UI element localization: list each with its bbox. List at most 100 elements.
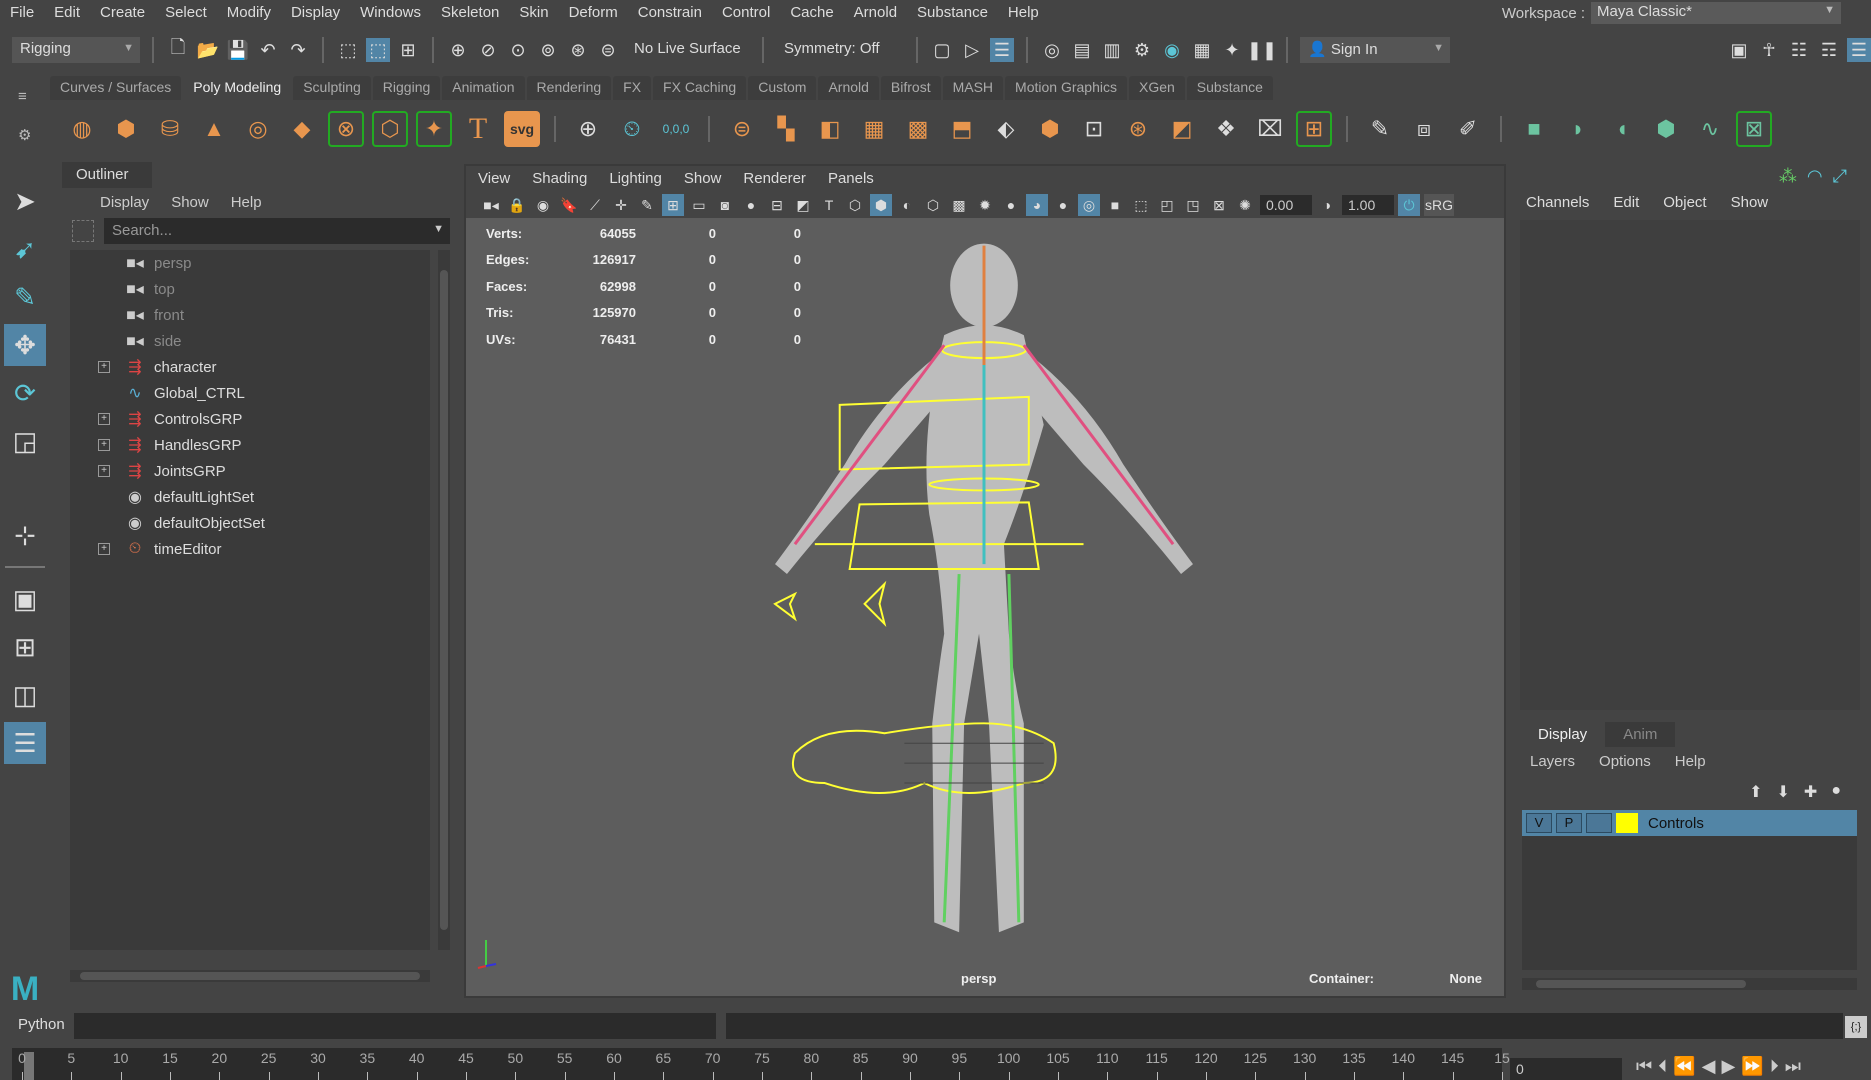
poly-sphere-icon[interactable]: ◍	[64, 111, 100, 147]
render-view-icon[interactable]: ◎	[1040, 38, 1064, 62]
play-backwards-icon[interactable]: ◀	[1702, 1056, 1716, 1077]
use-all-lights-icon[interactable]: ✹	[974, 194, 996, 216]
gate-mask-icon[interactable]: ●	[740, 194, 762, 216]
outliner-menu-help[interactable]: Help	[231, 194, 262, 211]
wireframe-icon[interactable]: ⬡	[844, 194, 866, 216]
render-setup-icon[interactable]: ▦	[1190, 38, 1214, 62]
anti-aliasing-icon[interactable]: ◎	[1078, 194, 1100, 216]
exposure-field[interactable]: 0.00	[1260, 195, 1312, 215]
add-divisions-icon[interactable]: ⊡	[1076, 111, 1112, 147]
outliner-item[interactable]: ■◂ side	[70, 328, 430, 354]
menu-cache[interactable]: Cache	[780, 4, 843, 21]
motion-blur-icon[interactable]: ●	[1052, 194, 1074, 216]
outliner-search-input[interactable]: Search...	[104, 218, 450, 244]
poly-cylinder-icon[interactable]: ⛁	[152, 111, 188, 147]
snap-point-icon[interactable]: ⊙	[506, 38, 530, 62]
script-editor-icon[interactable]: {;}	[1845, 1016, 1867, 1038]
select-tool-icon[interactable]: ➤	[4, 180, 46, 222]
shelf-tab-fx-caching[interactable]: FX Caching	[653, 76, 747, 100]
poly-plane-icon[interactable]: ◆	[284, 111, 320, 147]
outliner-layout-icon[interactable]: ☰	[4, 722, 46, 764]
channel-box-menu-edit[interactable]: Edit	[1613, 194, 1639, 211]
shelf-tab-sculpting[interactable]: Sculpting	[293, 76, 371, 100]
gamma-field[interactable]: 1.00	[1342, 195, 1394, 215]
menu-substance[interactable]: Substance	[907, 4, 998, 21]
textured-icon[interactable]: ▩	[948, 194, 970, 216]
input-ops-icon[interactable]: ▷	[960, 38, 984, 62]
hypershade-icon[interactable]: ◉	[1160, 38, 1184, 62]
layer-menu-layers[interactable]: Layers	[1530, 753, 1575, 770]
menu-skeleton[interactable]: Skeleton	[431, 4, 509, 21]
shelf-tab-custom[interactable]: Custom	[748, 76, 817, 100]
go-to-start-icon[interactable]: ⏮	[1636, 1056, 1652, 1077]
safe-title-icon[interactable]: T	[818, 194, 840, 216]
film-gate-icon[interactable]: ▭	[688, 194, 710, 216]
image-plane-icon[interactable]: ⟋	[584, 194, 606, 216]
time-slider-bar[interactable]: 0 5 10 15 20 25 30 35 40 45 50 55 60 65 70 75 80 85 90 95 10…	[12, 1048, 1510, 1080]
viewport-menu-renderer[interactable]: Renderer	[743, 170, 806, 188]
snap-view-icon[interactable]: ⊚	[536, 38, 560, 62]
freeze-transform-icon[interactable]: 0,0,0	[658, 111, 694, 147]
contour-stretch-uv-icon[interactable]: ∿	[1692, 111, 1728, 147]
snap-curve-icon[interactable]: ⊘	[476, 38, 500, 62]
planar-uv-icon[interactable]: ■	[1516, 111, 1552, 147]
safe-action-icon[interactable]: ◩	[792, 194, 814, 216]
go-to-end-icon[interactable]: ⏭	[1785, 1056, 1801, 1077]
viewport-menu-shading[interactable]: Shading	[532, 170, 587, 188]
extrude-icon[interactable]: ⬒	[944, 111, 980, 147]
shelf-tab-xgen[interactable]: XGen	[1128, 76, 1185, 100]
xray-components-icon[interactable]: ⊠	[1208, 194, 1230, 216]
filter-icon[interactable]	[72, 220, 94, 242]
wireframe-on-shaded-icon[interactable]: ⬡	[922, 194, 944, 216]
uv-editor-icon[interactable]: ⊠	[1736, 111, 1772, 147]
center-pivot-icon[interactable]: ⊕	[570, 111, 606, 147]
select-component-icon[interactable]: ⊞	[396, 38, 420, 62]
default-material-icon[interactable]: ◐	[896, 194, 918, 216]
edge-loop-icon[interactable]: ✎	[1362, 111, 1398, 147]
shelf-tab-motion-graphics[interactable]: Motion Graphics	[1005, 76, 1127, 100]
paint-weights-tool-icon[interactable]: ⊹	[4, 514, 46, 556]
reduce-icon[interactable]: ▩	[900, 111, 936, 147]
lasso-tool-icon[interactable]: ➹	[4, 228, 46, 270]
view-transform-label[interactable]: sRG	[1424, 194, 1454, 216]
expand-icon[interactable]: +	[98, 361, 110, 373]
viewport-menu-show[interactable]: Show	[684, 170, 722, 188]
menu-constrain[interactable]: Constrain	[628, 4, 712, 21]
new-empty-layer-icon[interactable]: ✚	[1804, 782, 1817, 802]
camera-attributes-icon[interactable]: ◉	[532, 194, 554, 216]
save-scene-icon[interactable]: 💾	[226, 38, 250, 62]
move-layer-down-icon[interactable]: ⬇	[1777, 782, 1790, 802]
layer-row[interactable]: V P Controls	[1522, 810, 1857, 836]
four-pane-layout-icon[interactable]: ⊞	[4, 626, 46, 668]
channel-box-menu-show[interactable]: Show	[1731, 194, 1769, 211]
channel-box-menu-channels[interactable]: Channels	[1526, 194, 1589, 211]
shadows-icon[interactable]: ●	[1000, 194, 1022, 216]
menu-file[interactable]: File	[0, 4, 44, 21]
outliner-menu-display[interactable]: Display	[100, 194, 149, 211]
select-object-icon[interactable]: ⬚	[366, 38, 390, 62]
shelf-tab-fx[interactable]: FX	[613, 76, 652, 100]
shelf-tab-rigging[interactable]: Rigging	[372, 76, 441, 100]
menu-arnold[interactable]: Arnold	[844, 4, 907, 21]
attribute-editor-toggle-icon[interactable]: ⁂	[1779, 166, 1797, 187]
channel-box-menu-object[interactable]: Object	[1663, 194, 1706, 211]
menu-help[interactable]: Help	[998, 4, 1049, 21]
bridge-icon[interactable]: ⬖	[988, 111, 1024, 147]
menu-create[interactable]: Create	[90, 4, 155, 21]
sculpt-icon[interactable]: ⊞	[1296, 111, 1332, 147]
layer-tab-anim[interactable]: Anim	[1605, 722, 1676, 747]
smooth-shade-icon[interactable]: ⬢	[870, 194, 892, 216]
expand-icon[interactable]: +	[98, 439, 110, 451]
automatic-uv-icon[interactable]: ⬢	[1648, 111, 1684, 147]
outliner-item[interactable]: ■◂ front	[70, 302, 430, 328]
grease-pencil-icon[interactable]: ✎	[636, 194, 658, 216]
ipr-render-icon[interactable]: ▥	[1100, 38, 1124, 62]
layer-color-swatch[interactable]	[1616, 813, 1638, 833]
render-settings-icon[interactable]: ⚙	[1130, 38, 1154, 62]
layer-display-type-toggle[interactable]	[1586, 813, 1612, 833]
modeling-toolkit-icon[interactable]: ▣	[1727, 38, 1751, 62]
viewport-menu-panels[interactable]: Panels	[828, 170, 874, 188]
render-frame-icon[interactable]: ▤	[1070, 38, 1094, 62]
shelf-tab-poly-modeling[interactable]: Poly Modeling	[183, 76, 292, 100]
outliner-item[interactable]: ∿ Global_CTRL	[70, 380, 430, 406]
